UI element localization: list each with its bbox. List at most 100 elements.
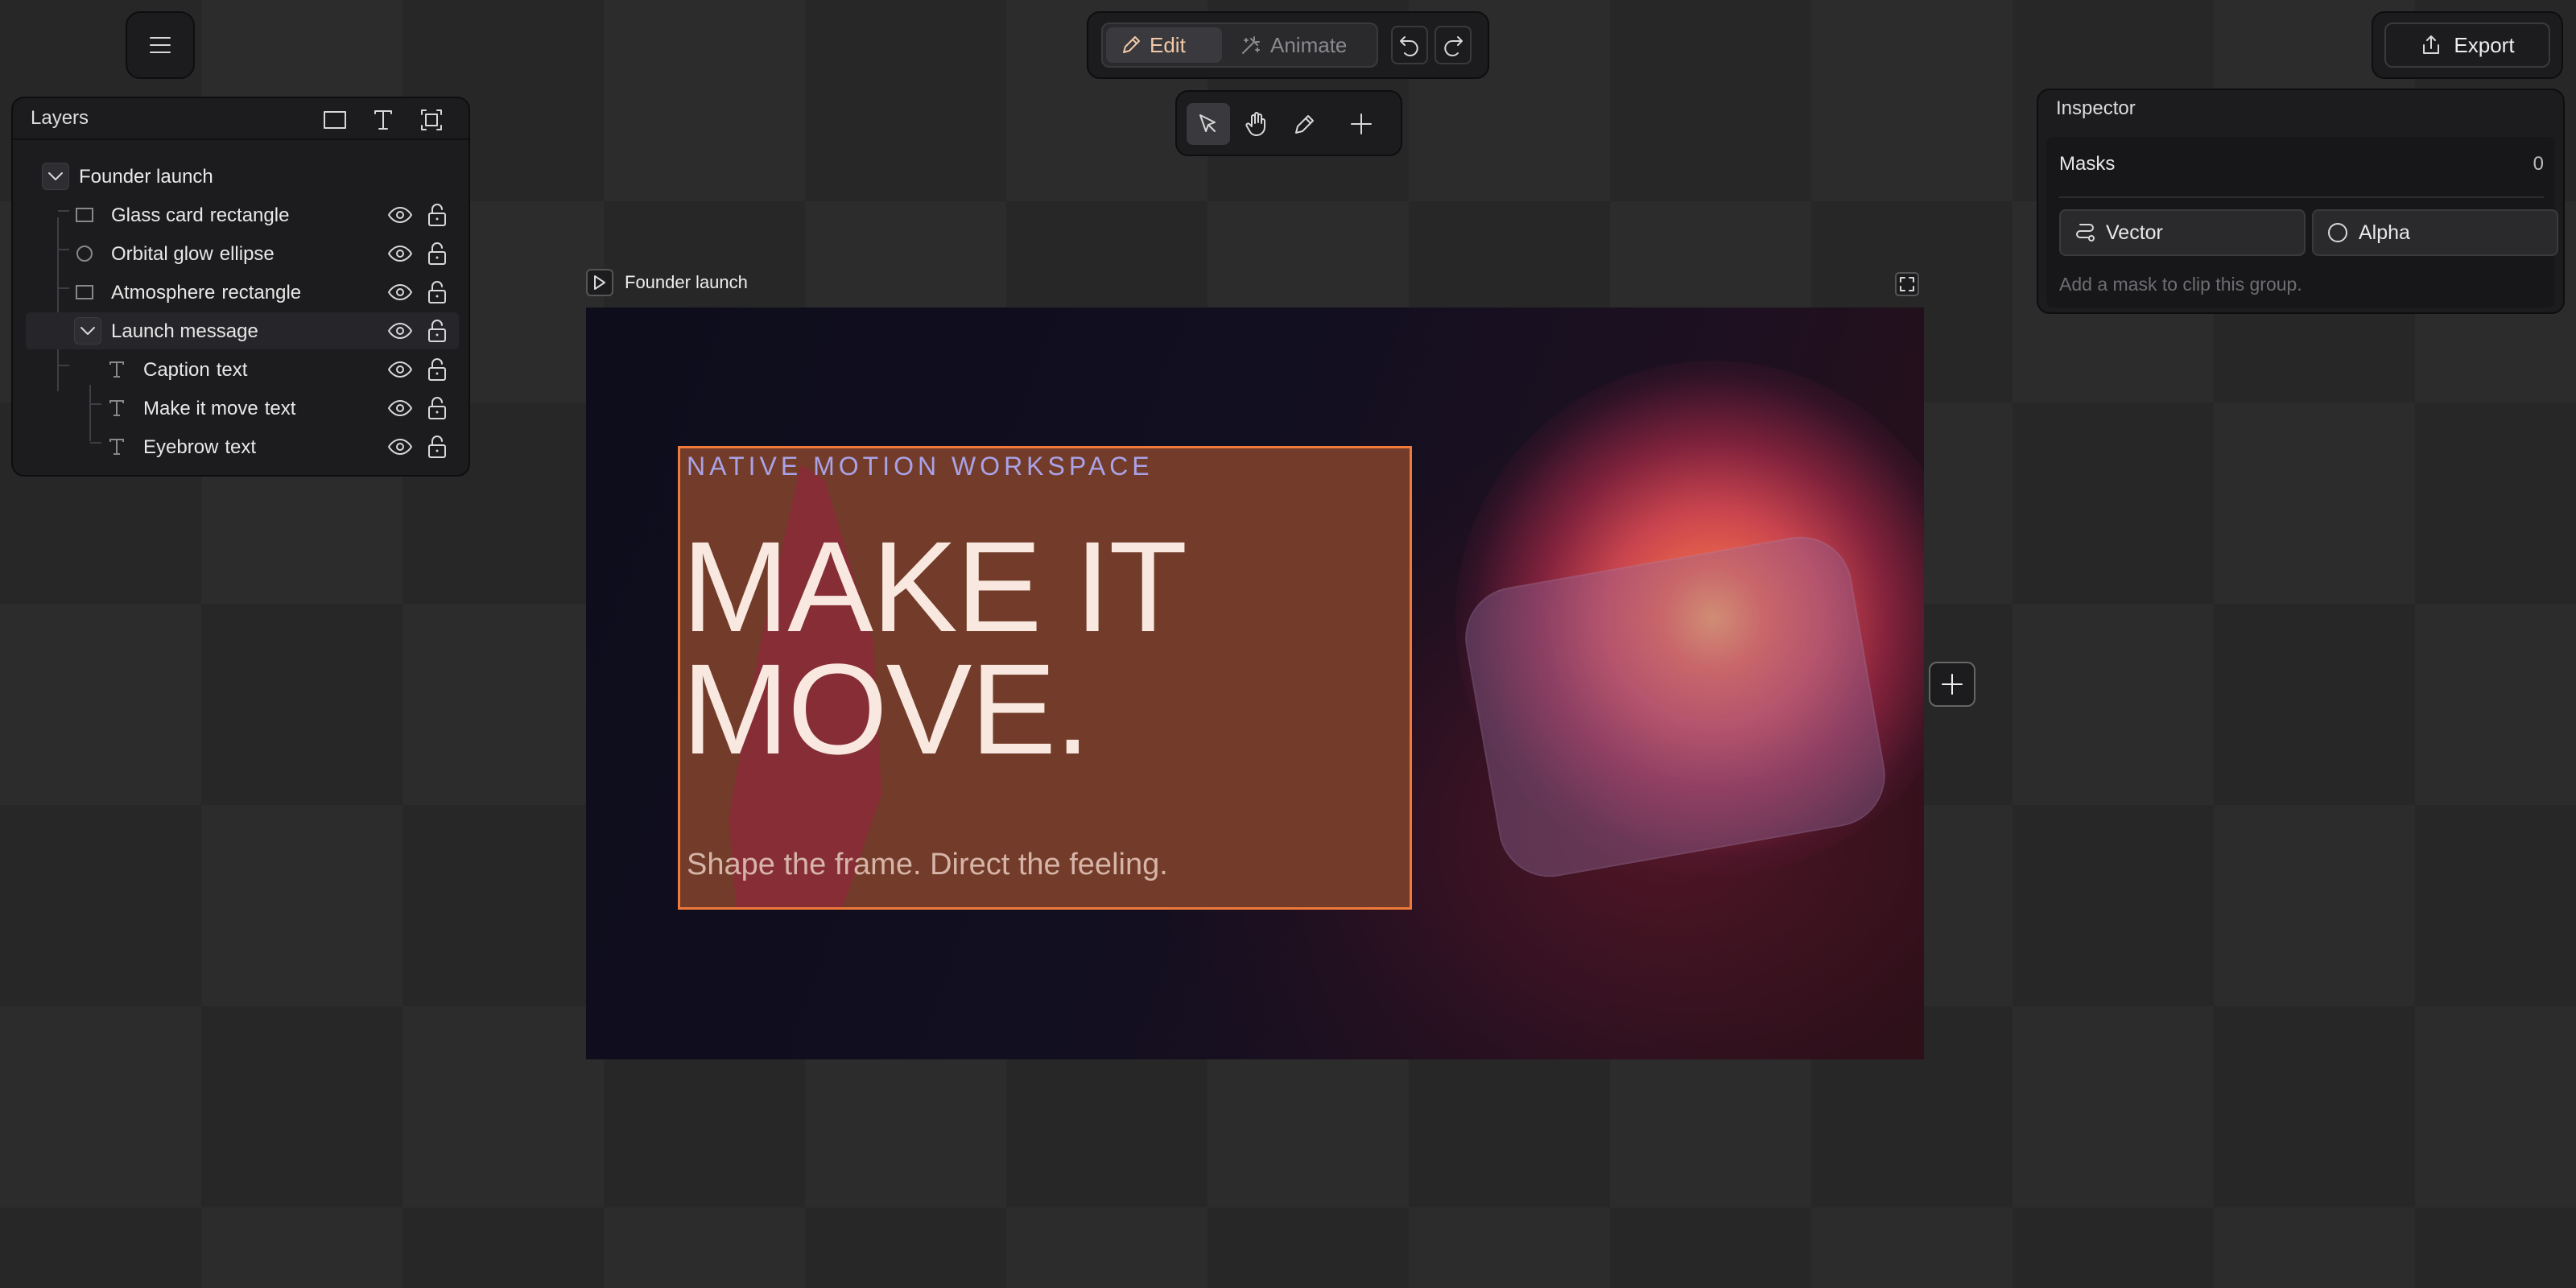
export-button[interactable]: Export — [2384, 23, 2550, 68]
eye-icon — [387, 283, 413, 301]
layer-name: Founder launch — [79, 166, 213, 188]
layer-label: Eyebrow text — [143, 436, 256, 459]
layer-name: Orbital glow — [111, 243, 213, 265]
layer-row-eyebrow[interactable]: Eyebrow text — [26, 428, 459, 465]
layer-name: Atmosphere — [111, 282, 216, 303]
eye-icon — [387, 322, 413, 340]
masks-count: 0 — [2533, 153, 2544, 175]
alpha-mask-button[interactable]: Alpha — [2312, 209, 2558, 256]
layer-row-orbital-glow[interactable]: Orbital glow ellipse — [26, 235, 459, 272]
visibility-toggle[interactable] — [386, 357, 414, 382]
inspector-header: Inspector — [2038, 90, 2563, 127]
eyebrow-text[interactable]: NATIVE MOTION WORKSPACE — [687, 452, 1154, 481]
headline-text[interactable]: MAKE IT MOVE. — [682, 522, 1187, 774]
visibility-toggle[interactable] — [386, 203, 414, 227]
lock-toggle[interactable] — [423, 435, 451, 459]
pointer-icon — [1196, 112, 1220, 136]
lock-toggle[interactable] — [423, 396, 451, 420]
layer-row-make-it-move[interactable]: Make it move text — [26, 390, 459, 427]
visibility-toggle[interactable] — [386, 396, 414, 420]
layer-row-founder-launch[interactable]: Founder launch — [26, 158, 459, 195]
rectangle-icon — [74, 204, 95, 225]
layer-kind: text — [216, 359, 248, 381]
launch-message-selection[interactable]: NATIVE MOTION WORKSPACE MAKE IT MOVE. Sh… — [678, 446, 1412, 910]
text-icon — [106, 436, 127, 457]
unlock-icon — [427, 280, 448, 304]
hand-icon — [1245, 111, 1269, 137]
pen-tool-button[interactable] — [1283, 103, 1327, 145]
frame-title[interactable]: Founder launch — [586, 269, 748, 296]
select-tool-button[interactable] — [1187, 103, 1230, 145]
plus-icon — [1940, 672, 1964, 696]
lock-toggle[interactable] — [423, 319, 451, 343]
mode-switcher: Edit Animate — [1101, 23, 1378, 68]
layer-kind: rectangle — [221, 282, 302, 303]
visibility-toggle[interactable] — [386, 319, 414, 343]
layer-label: Caption text — [143, 359, 247, 382]
add-frame-button[interactable] — [1929, 662, 1975, 707]
mode-toolbar: Edit Animate — [1087, 11, 1489, 79]
undo-icon — [1397, 33, 1422, 57]
vector-path-icon — [2074, 221, 2096, 244]
animate-mode-label: Animate — [1270, 32, 1348, 57]
eye-icon — [387, 399, 413, 417]
layer-name: Eyebrow — [143, 436, 219, 458]
layer-row-caption[interactable]: Caption text — [26, 351, 459, 388]
vector-mask-button[interactable]: Vector — [2059, 209, 2306, 256]
masks-section: Masks 0 Vector Alpha Add a mask to clip … — [2046, 137, 2558, 308]
divider — [2059, 196, 2544, 198]
redo-button[interactable] — [1435, 26, 1472, 64]
inspector-panel: Inspector Masks 0 Vector Alpha Add a mas… — [2037, 89, 2565, 314]
text-icon — [106, 398, 127, 419]
masks-row: Masks 0 — [2059, 148, 2544, 180]
play-icon[interactable] — [586, 269, 613, 296]
export-label: Export — [2454, 32, 2515, 57]
layer-kind: ellipse — [219, 243, 275, 265]
chevron-down-icon[interactable] — [42, 163, 69, 190]
layer-row-launch-message[interactable]: Launch message — [26, 312, 459, 349]
fit-frame-icon[interactable] — [1895, 272, 1919, 296]
rectangle-icon — [74, 282, 95, 303]
eye-icon — [387, 245, 413, 262]
visibility-toggle[interactable] — [386, 280, 414, 304]
unlock-icon — [427, 435, 448, 459]
add-tool-button[interactable] — [1340, 103, 1383, 145]
layer-name: Caption — [143, 359, 210, 381]
visibility-toggle[interactable] — [386, 435, 414, 459]
ellipse-icon — [74, 243, 95, 264]
unlock-icon — [427, 319, 448, 343]
layer-row-glass-card[interactable]: Glass card rectangle — [26, 196, 459, 233]
menu-button[interactable] — [126, 11, 195, 79]
eye-icon — [387, 438, 413, 456]
layer-name: Launch message — [111, 320, 258, 342]
layer-label: Glass card rectangle — [111, 204, 289, 227]
layer-name: Glass card — [111, 204, 204, 226]
unlock-icon — [427, 242, 448, 266]
frame-name: Founder launch — [625, 272, 748, 292]
pen-icon — [1293, 112, 1317, 136]
export-toolbar: Export — [2372, 11, 2563, 79]
layer-row-atmosphere[interactable]: Atmosphere rectangle — [26, 274, 459, 311]
masks-hint: Add a mask to clip this group. — [2059, 274, 2302, 295]
layer-label: Orbital glow ellipse — [111, 243, 275, 266]
lock-toggle[interactable] — [423, 357, 451, 382]
plus-icon — [1349, 112, 1373, 136]
edit-mode-button[interactable]: Edit — [1106, 27, 1222, 63]
chevron-down-icon[interactable] — [74, 317, 101, 345]
pencil-icon — [1121, 35, 1141, 56]
caption-text[interactable]: Shape the frame. Direct the feeling. — [687, 848, 1168, 882]
hand-tool-button[interactable] — [1235, 103, 1278, 145]
animate-mode-button[interactable]: Animate — [1225, 27, 1373, 63]
layer-label: Atmosphere rectangle — [111, 282, 301, 304]
undo-button[interactable] — [1391, 26, 1428, 64]
text-icon — [106, 359, 127, 380]
circle-icon — [2326, 221, 2349, 244]
lock-toggle[interactable] — [423, 203, 451, 227]
eye-icon — [387, 361, 413, 378]
visibility-toggle[interactable] — [386, 242, 414, 266]
lock-toggle[interactable] — [423, 280, 451, 304]
lock-toggle[interactable] — [423, 242, 451, 266]
artboard-founder-launch[interactable]: NATIVE MOTION WORKSPACE MAKE IT MOVE. Sh… — [586, 308, 1924, 1059]
layer-kind: rectangle — [209, 204, 290, 226]
tool-toolbar — [1175, 90, 1402, 156]
